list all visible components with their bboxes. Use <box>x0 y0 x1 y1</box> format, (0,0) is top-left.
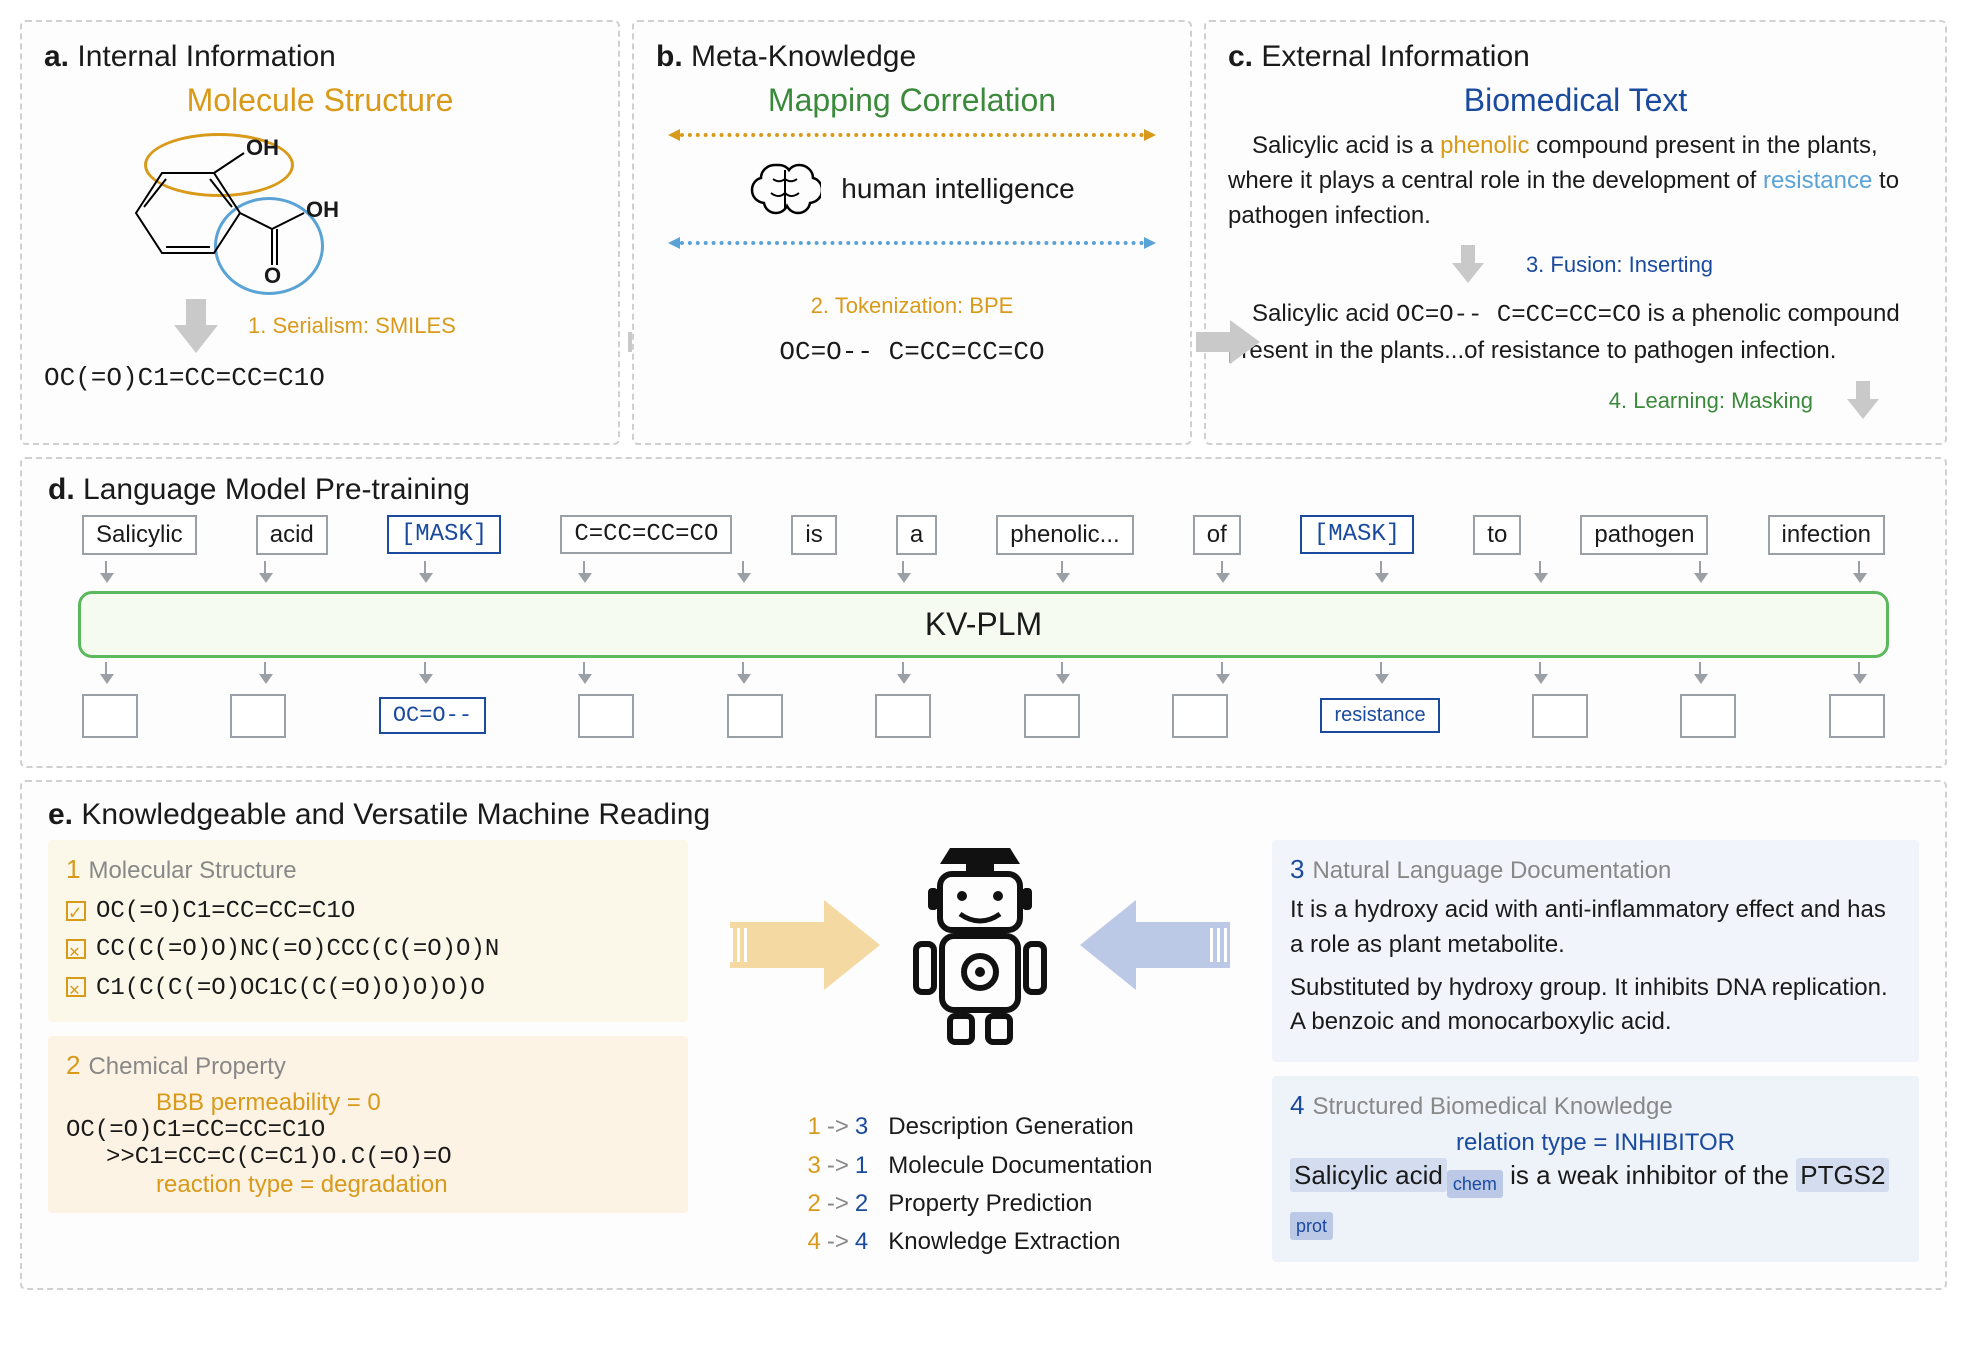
token-empty <box>875 694 931 738</box>
fused-text: Salicylic acid OC=O-- C=CC=CC=CO is a ph… <box>1228 297 1923 369</box>
output-token-row: OC=O-- resistance <box>82 694 1885 738</box>
robot-icon <box>890 840 1070 1050</box>
label-oh2: OH <box>306 197 339 223</box>
task-row: 3->1 Molecule Documentation <box>808 1147 1153 1185</box>
task-row: 1->3 Description Generation <box>808 1108 1153 1146</box>
panel-a-subtitle: Molecule Structure <box>44 82 596 119</box>
smiles-option: OC(=O)C1=CC=CC=C1O <box>66 893 670 931</box>
token: a <box>896 515 937 555</box>
doc-para-1: It is a hydroxy acid with anti-inflammat… <box>1290 893 1901 963</box>
check-icon <box>66 901 86 921</box>
annotation-bbb: BBB permeability = 0 <box>156 1089 670 1117</box>
brain-icon <box>749 159 821 219</box>
card-chemical-property: 2Chemical Property BBB permeability = 0 … <box>48 1036 688 1213</box>
smiles-option: CC(C(=O)O)NC(=O)CCC(C(=O)O)N <box>66 931 670 969</box>
token-empty <box>578 694 634 738</box>
property-smiles-2: >>C1=CC=C(C=C1)O.C(=O)=O <box>106 1144 670 1171</box>
panel-b-subtitle: Mapping Correlation <box>656 82 1168 119</box>
token: infection <box>1768 515 1885 555</box>
label-o: O <box>264 263 281 289</box>
card-nl-documentation: 3Natural Language Documentation It is a … <box>1272 840 1919 1062</box>
step-1-label: 1. Serialism: SMILES <box>248 313 456 339</box>
token-pred: resistance <box>1320 698 1439 733</box>
biomedical-text-1: Salicylic acid is a phenolic compound pr… <box>1228 129 1923 233</box>
bpe-tokens: OC=O-- C=CC=CC=CO <box>656 337 1168 367</box>
property-smiles-1: OC(=O)C1=CC=CC=C1O <box>66 1117 670 1144</box>
panel-b-title: b. Meta-Knowledge <box>656 40 1168 74</box>
token: is <box>791 515 836 555</box>
input-token-row: Salicylic acid [MASK] C=CC=CC=CO is a ph… <box>82 515 1885 555</box>
panel-external-information: c. External Information Biomedical Text … <box>1204 20 1947 445</box>
panel-versatile-reading: e. Knowledgeable and Versatile Machine R… <box>20 780 1947 1290</box>
smiles-option: C1(C(C(=O)OC1C(C(=O)O)O)O)O <box>66 970 670 1008</box>
relation-type-label: relation type = INHIBITOR <box>1290 1129 1901 1157</box>
tag-chem: chem <box>1447 1170 1503 1198</box>
arrow-right-to-robot <box>1070 900 1230 990</box>
step-3-label: 3. Fusion: Inserting <box>1526 252 1713 278</box>
panel-d-title: d. Language Model Pre-training <box>48 473 1919 507</box>
token-empty <box>727 694 783 738</box>
brain-label: human intelligence <box>841 173 1075 205</box>
molecule-structure-image: OH OH O <box>104 129 344 289</box>
cross-icon <box>66 939 86 959</box>
task-row: 2->2 Property Prediction <box>808 1185 1153 1223</box>
annotation-reaction: reaction type = degradation <box>156 1171 670 1199</box>
token-mask: [MASK] <box>1300 515 1414 554</box>
token-empty <box>230 694 286 738</box>
doc-para-2: Substituted by hydroxy group. It inhibit… <box>1290 971 1901 1041</box>
dotted-arrow-blue <box>672 241 1152 245</box>
arrow-down-icon <box>1452 245 1484 285</box>
panel-e-title: e. Knowledgeable and Versatile Machine R… <box>48 798 1919 832</box>
arrow-down-icon <box>174 299 218 355</box>
token-mask: [MASK] <box>387 515 501 554</box>
label-oh: OH <box>246 135 279 161</box>
panel-c-subtitle: Biomedical Text <box>1228 82 1923 119</box>
token-empty <box>1532 694 1588 738</box>
panel-c-title: c. External Information <box>1228 40 1923 74</box>
arrows-out-model <box>98 662 1869 688</box>
cross-icon <box>66 977 86 997</box>
token-empty <box>1680 694 1736 738</box>
arrows-into-model <box>98 561 1869 587</box>
token: Salicylic <box>82 515 197 555</box>
step-2-label: 2. Tokenization: BPE <box>656 293 1168 319</box>
tag-prot: prot <box>1290 1212 1333 1240</box>
arrow-left-to-robot <box>730 900 890 990</box>
panel-pretraining: d. Language Model Pre-training Salicylic… <box>20 457 1947 768</box>
token-empty <box>82 694 138 738</box>
token: to <box>1473 515 1521 555</box>
token: phenolic... <box>996 515 1133 555</box>
task-row: 4->4 Knowledge Extraction <box>808 1223 1153 1261</box>
token-pred: OC=O-- <box>379 697 486 734</box>
card-structured-knowledge: 4Structured Biomedical Knowledge relatio… <box>1272 1076 1919 1262</box>
structured-sentence: Salicylic acidchem is a weak inhibitor o… <box>1290 1157 1901 1240</box>
smiles-string: OC(=O)C1=CC=CC=C1O <box>44 363 596 393</box>
token-empty <box>1024 694 1080 738</box>
token: pathogen <box>1580 515 1708 555</box>
kvplm-model-box: KV-PLM <box>78 591 1889 658</box>
step-4-label: 4. Learning: Masking <box>1609 388 1813 414</box>
token-empty <box>1829 694 1885 738</box>
panel-a-title: a. Internal Information <box>44 40 596 74</box>
card-molecular-structure: 1Molecular Structure OC(=O)C1=CC=CC=C1O … <box>48 840 688 1022</box>
token: of <box>1193 515 1241 555</box>
token: C=CC=CC=CO <box>560 515 732 554</box>
dotted-arrow-orange <box>672 133 1152 137</box>
arrow-b-to-c <box>1196 320 1266 364</box>
panel-internal-information: a. Internal Information Molecule Structu… <box>20 20 620 445</box>
panel-meta-knowledge: b. Meta-Knowledge Mapping Correlation hu… <box>632 20 1192 445</box>
token-empty <box>1172 694 1228 738</box>
arrow-down-icon <box>1847 381 1879 421</box>
task-mapping-list: 1->3 Description Generation 3->1 Molecul… <box>808 1108 1153 1262</box>
token: acid <box>256 515 328 555</box>
